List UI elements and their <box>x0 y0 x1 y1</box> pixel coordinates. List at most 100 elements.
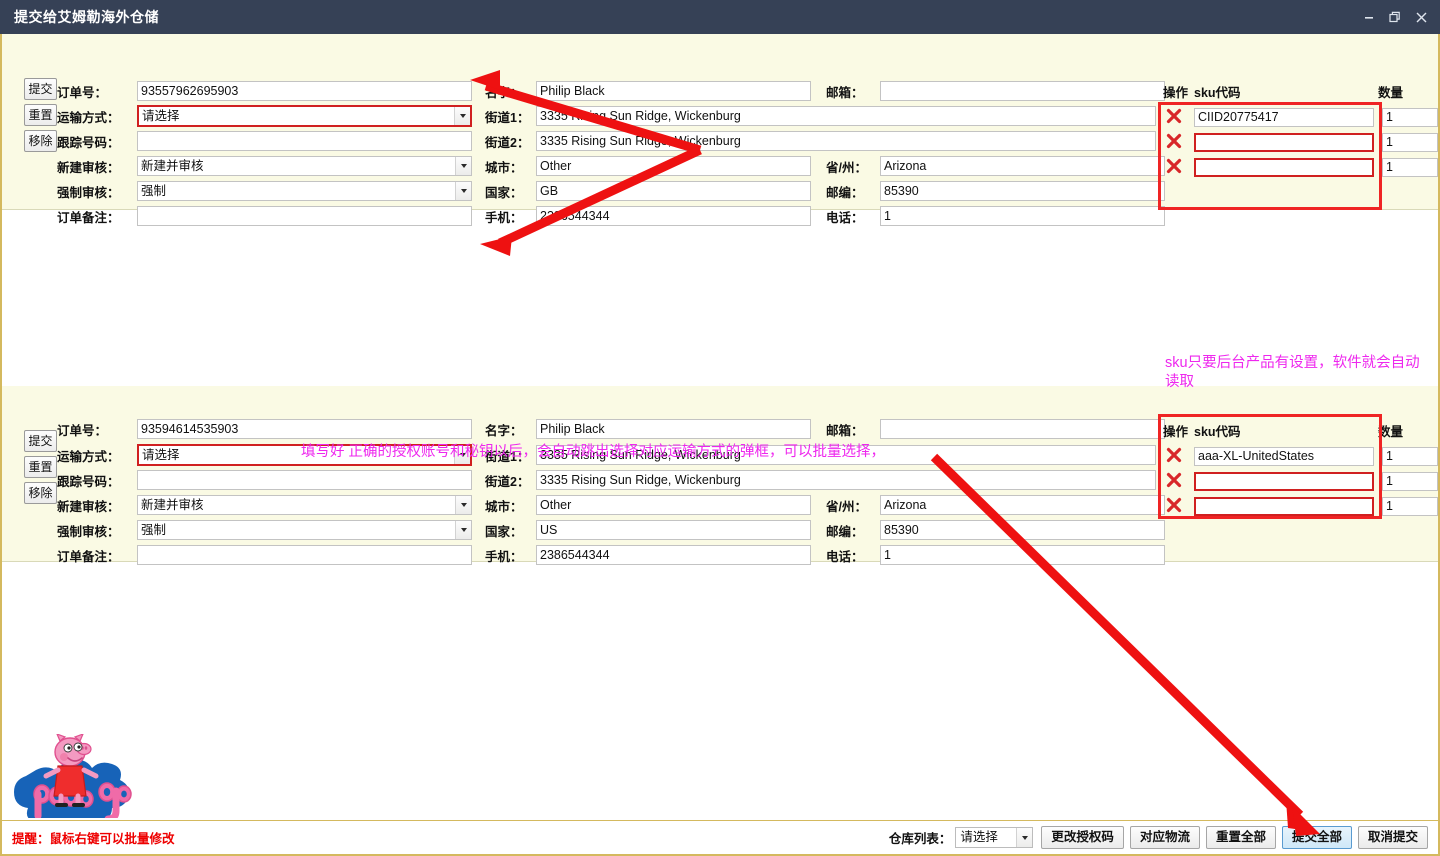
tracking-no-field[interactable] <box>137 131 472 151</box>
label-name: 名字： <box>485 85 523 100</box>
mobile-field[interactable]: 2386544344 <box>536 545 811 565</box>
chevron-down-icon[interactable] <box>455 521 471 539</box>
label-province: 省/州： <box>826 499 867 514</box>
matching-logistics-button[interactable]: 对应物流 <box>1129 826 1200 849</box>
window-body: 提交 重置 移除 订单号： 93557962695903 运输方式： 请选择 跟… <box>0 34 1440 856</box>
delete-sku-icon[interactable] <box>1166 133 1182 149</box>
label-force-audit: 强制审核： <box>57 524 120 539</box>
province-field[interactable]: Arizona <box>880 156 1165 176</box>
country-field[interactable]: GB <box>536 181 811 201</box>
zip-field[interactable]: 85390 <box>880 181 1165 201</box>
label-mobile: 手机： <box>485 210 523 225</box>
street2-field[interactable]: 3335 Rising Sun Ridge, Wickenburg <box>536 470 1156 490</box>
label-ship-method: 运输方式： <box>57 449 120 464</box>
sku-code-field[interactable] <box>1194 133 1374 152</box>
order-remark-field[interactable] <box>137 206 472 226</box>
annotation-sku-note: sku只要后台产品有设置，软件就会自动读取 <box>1165 355 1420 390</box>
label-tracking-no: 跟踪号码： <box>57 135 120 150</box>
email-field[interactable] <box>880 419 1165 439</box>
sku-code-field[interactable] <box>1194 158 1374 177</box>
warehouse-value: 请选择 <box>960 830 998 844</box>
cancel-submit-button[interactable]: 取消提交 <box>1357 826 1428 849</box>
sku-code-field[interactable]: CIID20775417 <box>1194 108 1374 127</box>
label-order-remark: 订单备注： <box>57 549 120 564</box>
chevron-down-icon[interactable] <box>455 157 471 175</box>
remove-button[interactable]: 移除 <box>24 482 57 504</box>
sku-header-code: sku代码 <box>1194 425 1241 439</box>
submit-all-button[interactable]: 提交全部 <box>1281 826 1352 849</box>
sku-header-qty: 数量 <box>1378 425 1404 439</box>
sku-code-field[interactable] <box>1194 472 1374 491</box>
force-audit-value: 强制 <box>141 523 167 537</box>
ship-method-value: 请选择 <box>142 448 180 462</box>
province-field[interactable]: Arizona <box>880 495 1165 515</box>
order-no-field[interactable]: 93557962695903 <box>137 81 472 101</box>
new-audit-dropdown[interactable]: 新建并审核 <box>137 495 472 515</box>
label-city: 城市： <box>485 499 523 514</box>
ship-method-dropdown[interactable]: 请选择 <box>137 105 472 127</box>
sku-qty-field[interactable]: 1 <box>1382 497 1438 516</box>
submit-button[interactable]: 提交 <box>24 78 57 100</box>
name-field[interactable]: Philip Black <box>536 81 811 101</box>
delete-sku-icon[interactable] <box>1166 108 1182 124</box>
delete-sku-icon[interactable] <box>1166 158 1182 174</box>
label-street2: 街道2： <box>485 474 530 489</box>
tracking-no-field[interactable] <box>137 470 472 490</box>
window-title: 提交给艾姆勒海外仓储 <box>14 9 159 25</box>
chevron-down-icon[interactable] <box>1016 828 1033 847</box>
label-zip: 邮编： <box>826 524 864 539</box>
name-field[interactable]: Philip Black <box>536 419 811 439</box>
submit-button[interactable]: 提交 <box>24 430 57 452</box>
city-field[interactable]: Other <box>536 156 811 176</box>
sku-qty-field[interactable]: 1 <box>1382 158 1438 177</box>
sku-qty-field[interactable]: 1 <box>1382 133 1438 152</box>
remove-button[interactable]: 移除 <box>24 130 57 152</box>
restore-icon[interactable] <box>1382 4 1408 30</box>
reset-button[interactable]: 重置 <box>24 456 57 478</box>
delete-sku-icon[interactable] <box>1166 447 1182 463</box>
force-audit-dropdown[interactable]: 强制 <box>137 520 472 540</box>
mobile-field[interactable]: 2386544344 <box>536 206 811 226</box>
email-field[interactable] <box>880 81 1165 101</box>
label-phone: 电话： <box>826 549 864 564</box>
label-order-no: 订单号： <box>57 423 108 438</box>
label-new-audit: 新建审核： <box>57 499 120 514</box>
close-icon[interactable] <box>1408 4 1434 30</box>
label-email: 邮箱： <box>826 423 864 438</box>
chevron-down-icon[interactable] <box>454 107 470 125</box>
change-auth-code-button[interactable]: 更改授权码 <box>1041 826 1124 849</box>
zip-field[interactable]: 85390 <box>880 520 1165 540</box>
sku-qty-field[interactable]: 1 <box>1382 108 1438 127</box>
sku-qty-field[interactable]: 1 <box>1382 472 1438 491</box>
street1-field[interactable]: 3335 Rising Sun Ridge, Wickenburg <box>536 106 1156 126</box>
label-tracking-no: 跟踪号码： <box>57 474 120 489</box>
city-field[interactable]: Other <box>536 495 811 515</box>
sku-code-field[interactable] <box>1194 497 1374 516</box>
label-email: 邮箱： <box>826 85 864 100</box>
force-audit-value: 强制 <box>141 184 167 198</box>
phone-field[interactable]: 1 <box>880 206 1165 226</box>
chevron-down-icon[interactable] <box>455 496 471 514</box>
delete-sku-icon[interactable] <box>1166 472 1182 488</box>
force-audit-dropdown[interactable]: 强制 <box>137 181 472 201</box>
label-mobile: 手机： <box>485 549 523 564</box>
reset-all-button[interactable]: 重置全部 <box>1205 826 1276 849</box>
chevron-down-icon[interactable] <box>455 182 471 200</box>
warehouse-dropdown[interactable]: 请选择 <box>955 827 1034 848</box>
country-field[interactable]: US <box>536 520 811 540</box>
order-form-scroll-area: 提交 重置 移除 订单号： 93557962695903 运输方式： 请选择 跟… <box>2 34 1438 818</box>
new-audit-dropdown[interactable]: 新建并审核 <box>137 156 472 176</box>
sku-header-code: sku代码 <box>1194 86 1241 100</box>
minimize-icon[interactable] <box>1356 4 1382 30</box>
annotation-ship-note: 填写好 正确的授权账号和秘钥以后，会自动跳出选择对应运输方式的弹框，可以批量选择… <box>301 444 886 460</box>
sku-qty-field[interactable]: 1 <box>1382 447 1438 466</box>
label-street1: 街道1： <box>485 110 530 125</box>
phone-field[interactable]: 1 <box>880 545 1165 565</box>
reset-button[interactable]: 重置 <box>24 104 57 126</box>
delete-sku-icon[interactable] <box>1166 497 1182 513</box>
sku-code-field[interactable]: aaa-XL-UnitedStates <box>1194 447 1374 466</box>
order-remark-field[interactable] <box>137 545 472 565</box>
street2-field[interactable]: 3335 Rising Sun Ridge, Wickenburg <box>536 131 1156 151</box>
window-titlebar: 提交给艾姆勒海外仓储 <box>0 0 1440 34</box>
order-no-field[interactable]: 93594614535903 <box>137 419 472 439</box>
